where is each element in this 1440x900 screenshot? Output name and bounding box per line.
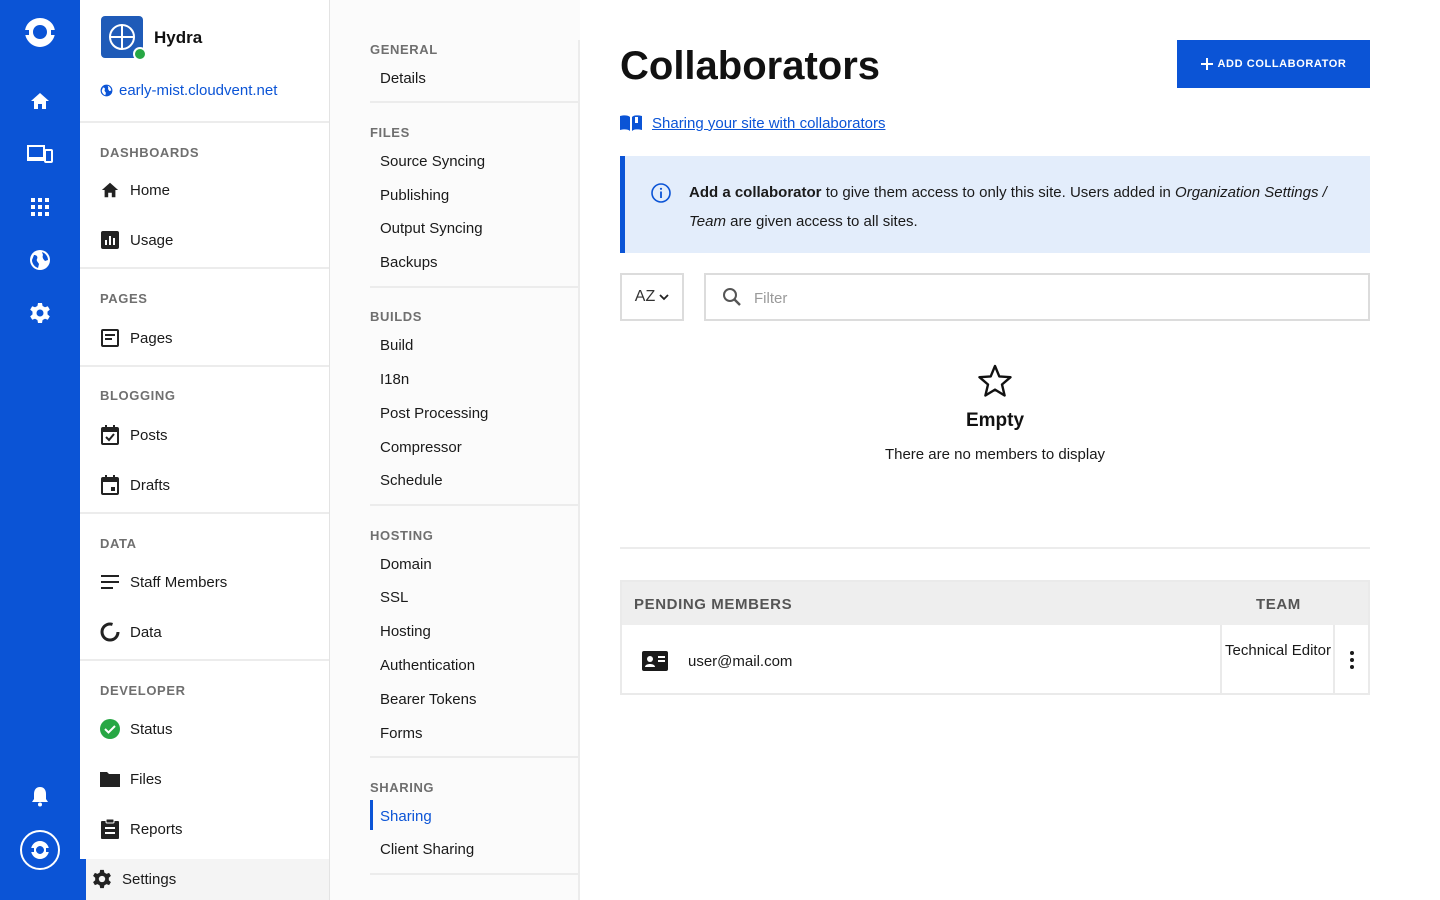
cloudcannon-logo-icon[interactable] — [0, 14, 80, 54]
more-vertical-icon — [1349, 651, 1354, 669]
sidebar-section-developer: DEVELOPER Status Files Reports — [80, 661, 329, 859]
settings-item-forms[interactable]: Forms — [380, 725, 423, 742]
empty-state-title: Empty — [965, 410, 1025, 431]
devices-icon[interactable] — [0, 134, 80, 174]
sidebar-item-staff-members[interactable]: Staff Members — [100, 570, 227, 594]
settings-item-output-syncing[interactable]: Output Syncing — [380, 220, 483, 237]
settings-item-compressor[interactable]: Compressor — [380, 439, 462, 456]
page-icon — [100, 328, 120, 348]
check-circle-icon — [100, 719, 120, 739]
sidebar-item-data[interactable]: Data — [100, 620, 162, 644]
apps-grid-icon[interactable] — [0, 187, 80, 227]
settings-item-i18n[interactable]: I18n — [380, 371, 409, 388]
site-url-link[interactable]: early-mist.cloudvent.net — [100, 82, 277, 99]
contact-card-icon — [642, 651, 668, 671]
section-heading: DASHBOARDS — [100, 145, 200, 160]
sidebar-item-usage[interactable]: Usage — [100, 228, 173, 252]
sidebar-item-reports[interactable]: Reports — [100, 817, 183, 841]
globe-icon[interactable] — [0, 240, 80, 280]
add-collaborator-button[interactable]: ADD COLLABORATOR — [1177, 40, 1370, 88]
filter-input[interactable] — [754, 285, 1354, 311]
section-heading: DEVELOPER — [100, 683, 186, 698]
settings-heading-files: FILES — [370, 125, 410, 140]
folder-icon — [100, 769, 120, 789]
list-icon — [100, 572, 120, 592]
settings-heading-sharing: SHARING — [370, 780, 435, 795]
sidebar-item-posts[interactable]: Posts — [100, 423, 168, 447]
site-header: Hydra early-mist.cloudvent.net — [80, 0, 329, 123]
section-heading: BLOGGING — [100, 388, 176, 403]
globe-icon — [100, 84, 113, 97]
donut-chart-icon — [100, 622, 120, 642]
column-header-team: TEAM — [1256, 596, 1301, 613]
settings-item-source-syncing[interactable]: Source Syncing — [380, 153, 485, 170]
sidebar-section-data: DATA Staff Members Data — [80, 514, 329, 661]
settings-item-ssl[interactable]: SSL — [380, 589, 408, 606]
settings-heading-general: GENERAL — [370, 42, 438, 57]
clipboard-icon — [100, 819, 120, 839]
settings-item-publishing[interactable]: Publishing — [380, 187, 449, 204]
table-row: user@mail.com Technical Editor — [622, 625, 1368, 695]
sidebar-item-files[interactable]: Files — [100, 767, 162, 791]
site-status-check-icon — [133, 47, 147, 61]
member-team: Technical Editor — [1225, 642, 1331, 659]
sidebar-item-status[interactable]: Status — [100, 717, 173, 741]
sort-az-icon: AZ — [634, 288, 656, 305]
info-icon — [651, 183, 671, 203]
column-header-pending-members: PENDING MEMBERS — [634, 596, 793, 613]
book-open-icon — [620, 115, 642, 131]
settings-item-sharing[interactable]: Sharing — [380, 808, 432, 825]
settings-heading-hosting: HOSTING — [370, 528, 434, 543]
section-heading: PAGES — [100, 291, 148, 306]
active-indicator — [370, 800, 373, 830]
settings-item-details[interactable]: Details — [380, 70, 426, 87]
account-avatar-icon[interactable] — [0, 826, 80, 874]
sidebar-section-dashboards: DASHBOARDS Home Usage — [80, 123, 329, 269]
section-heading: DATA — [100, 536, 137, 551]
gear-icon[interactable] — [0, 293, 80, 333]
member-email: user@mail.com — [688, 653, 793, 670]
star-icon — [978, 364, 1012, 397]
filter-field — [704, 273, 1370, 321]
sidebar-item-home[interactable]: Home — [100, 178, 170, 202]
info-text: Add a collaborator to give them access t… — [689, 184, 1327, 230]
settings-item-bearer-tokens[interactable]: Bearer Tokens — [380, 691, 476, 708]
settings-item-schedule[interactable]: Schedule — [380, 472, 443, 489]
settings-item-backups[interactable]: Backups — [380, 254, 438, 271]
empty-state-text: There are no members to display — [884, 446, 1106, 463]
app-rail — [0, 0, 80, 900]
pending-members-table: PENDING MEMBERS TEAM user@mail.com Techn… — [620, 580, 1370, 695]
table-header: PENDING MEMBERS TEAM — [622, 582, 1368, 625]
search-icon — [723, 288, 741, 306]
home-icon[interactable] — [0, 81, 80, 121]
plus-icon — [1200, 58, 1213, 70]
row-more-menu[interactable] — [1335, 625, 1368, 695]
help-link[interactable]: Sharing your site with collaborators — [620, 114, 885, 132]
info-callout: Add a collaborator to give them access t… — [620, 156, 1370, 253]
settings-item-authentication[interactable]: Authentication — [380, 657, 475, 674]
sidebar-item-drafts[interactable]: Drafts — [100, 473, 170, 497]
settings-item-hosting[interactable]: Hosting — [380, 623, 431, 640]
bar-chart-icon — [100, 230, 120, 250]
settings-heading-builds: BUILDS — [370, 309, 422, 324]
sort-button[interactable]: AZ — [620, 273, 684, 321]
sidebar-section-pages: PAGES Pages — [80, 269, 329, 367]
sidebar-item-pages[interactable]: Pages — [100, 326, 173, 350]
settings-item-build[interactable]: Build — [380, 337, 413, 354]
calendar-check-icon — [100, 425, 120, 445]
home-icon — [100, 180, 120, 200]
page-title: Collaborators — [620, 44, 881, 88]
chevron-down-icon — [659, 293, 669, 300]
site-name: Hydra — [154, 28, 203, 47]
calendar-icon — [100, 475, 120, 495]
settings-item-post-processing[interactable]: Post Processing — [380, 405, 488, 422]
bell-icon[interactable] — [0, 776, 80, 816]
gear-icon — [92, 869, 112, 889]
settings-item-domain[interactable]: Domain — [380, 556, 432, 573]
site-sidebar: Hydra early-mist.cloudvent.net DASHBOARD… — [80, 0, 330, 900]
settings-item-client-sharing[interactable]: Client Sharing — [380, 841, 474, 858]
sidebar-section-blogging: BLOGGING Posts Drafts — [80, 367, 329, 514]
sidebar-item-settings[interactable]: Settings — [80, 859, 329, 900]
